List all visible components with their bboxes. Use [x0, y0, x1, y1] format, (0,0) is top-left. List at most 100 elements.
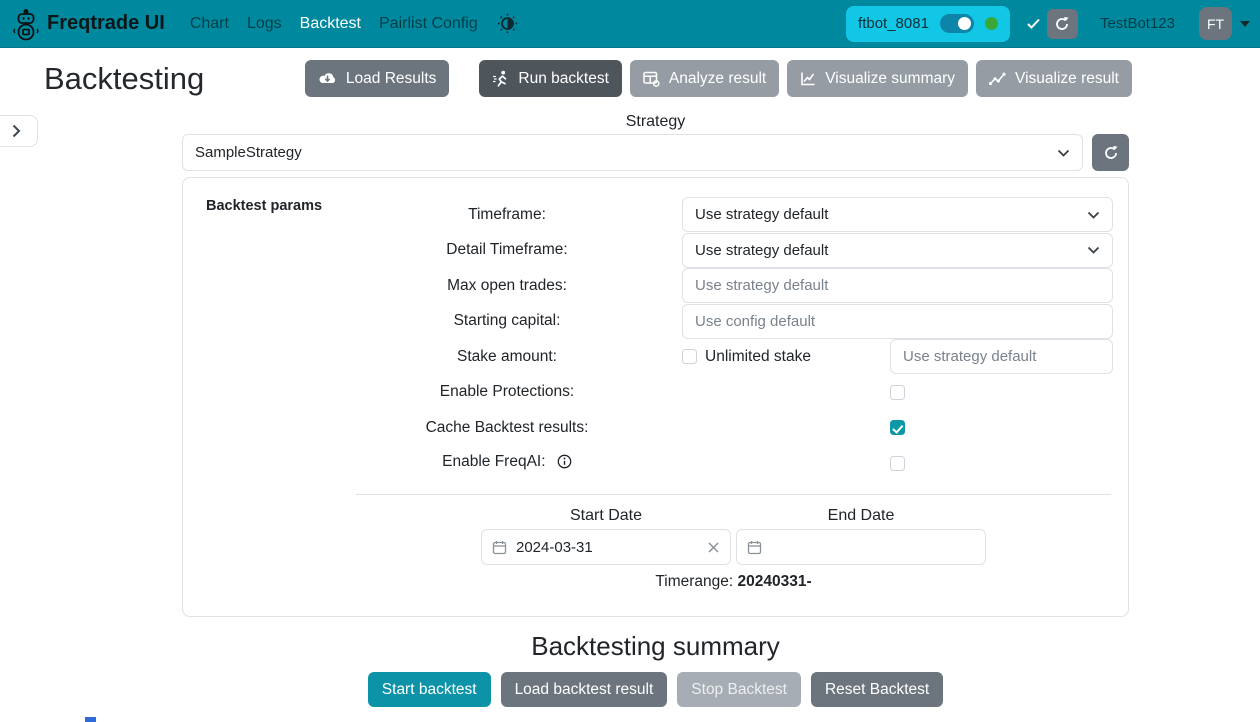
timerange-label: Timerange:: [655, 573, 737, 590]
nav-link-backtest[interactable]: Backtest: [291, 15, 370, 33]
param-row-timeframe: Timeframe: Use strategy default: [183, 197, 1128, 233]
page-title: Backtesting: [44, 61, 204, 97]
chevron-right-icon: [12, 124, 21, 138]
param-row-enable-protections: Enable Protections:: [183, 375, 1128, 411]
summary-actions: Start backtest Load backtest result Stop…: [182, 672, 1129, 707]
detail-timeframe-selected-value: Use strategy default: [695, 242, 828, 259]
visualize-result-button[interactable]: Visualize result: [976, 60, 1132, 97]
calendar-icon: [492, 540, 507, 555]
enable-freqai-label: Enable FreqAI:: [442, 453, 545, 470]
connection-check-icon: [1027, 18, 1040, 29]
bot-username: TestBot123: [1100, 15, 1175, 32]
page-header: Backtesting Load Results: [0, 48, 1260, 107]
bot-name: ftbot_8081: [858, 15, 929, 32]
starting-capital-label: Starting capital:: [343, 312, 671, 330]
strategy-row: SampleStrategy: [182, 134, 1129, 171]
chevron-down-icon: [1087, 211, 1100, 219]
start-date-value: 2024-03-31: [516, 539, 593, 556]
timeframe-select[interactable]: Use strategy default: [682, 197, 1113, 232]
bot-selector-badge[interactable]: ftbot_8081: [846, 6, 1010, 42]
theme-contrast-icon: [497, 13, 518, 34]
load-results-button[interactable]: Load Results: [305, 60, 449, 97]
max-open-trades-input[interactable]: [682, 268, 1113, 303]
bot-online-dot: [985, 17, 998, 30]
visualize-result-label: Visualize result: [1015, 70, 1119, 88]
reset-backtest-button[interactable]: Reset Backtest: [811, 672, 943, 707]
calendar-icon: [747, 540, 762, 555]
timerange-value: 20240331-: [738, 573, 812, 590]
stake-amount-input[interactable]: [890, 339, 1113, 374]
detail-timeframe-label: Detail Timeframe:: [343, 241, 671, 259]
backtest-params-card: Backtest params Timeframe: Use strategy …: [182, 177, 1129, 617]
top-navbar: Freqtrade UI Chart Logs Backtest Pairlis…: [0, 0, 1260, 48]
nav-link-logs[interactable]: Logs: [238, 15, 291, 33]
nav-link-pairlist-config[interactable]: Pairlist Config: [370, 15, 487, 33]
date-range-row: Start Date 2024-03-31: [356, 507, 1111, 565]
refresh-icon: [1054, 16, 1070, 32]
param-row-max-open-trades: Max open trades:: [183, 268, 1128, 304]
timeframe-selected-value: Use strategy default: [695, 206, 828, 223]
backtest-main: Strategy SampleStrategy Backtest params …: [182, 113, 1129, 707]
params-card-title: Backtest params: [206, 198, 322, 214]
detail-timeframe-select[interactable]: Use strategy default: [682, 233, 1113, 268]
cloud-download-icon: [318, 71, 337, 86]
visualize-summary-button[interactable]: Visualize summary: [787, 60, 968, 97]
analyze-result-label: Analyze result: [669, 70, 766, 88]
main-nav: Chart Logs Backtest Pairlist Config: [181, 15, 487, 33]
param-row-cache-results: Cache Backtest results:: [183, 410, 1128, 446]
cache-results-checkbox[interactable]: [890, 420, 905, 435]
refresh-strategies-button[interactable]: [1092, 134, 1129, 171]
strategy-select[interactable]: SampleStrategy: [182, 134, 1083, 171]
end-date-input[interactable]: [736, 529, 986, 565]
enable-protections-label: Enable Protections:: [343, 383, 671, 401]
stake-amount-label: Stake amount:: [343, 348, 671, 366]
starting-capital-input[interactable]: [682, 304, 1113, 339]
toggle-knob: [958, 17, 971, 30]
chevron-down-icon: [1240, 21, 1250, 27]
theme-toggle-button[interactable]: [495, 11, 520, 36]
section-divider: [356, 494, 1111, 495]
unlimited-stake-checkbox[interactable]: [682, 349, 697, 364]
timeframe-label: Timeframe:: [343, 206, 671, 224]
unlimited-stake-label: Unlimited stake: [705, 348, 811, 366]
analyze-result-button[interactable]: Analyze result: [630, 60, 779, 97]
max-open-trades-label: Max open trades:: [343, 277, 671, 295]
scatter-chart-icon: [989, 71, 1006, 86]
visualize-summary-label: Visualize summary: [825, 70, 955, 88]
avatar-initials: FT: [1207, 16, 1224, 32]
enable-freqai-checkbox[interactable]: [890, 456, 905, 471]
info-icon[interactable]: [557, 454, 572, 474]
expand-sidebar-button[interactable]: [0, 115, 38, 147]
bottom-blue-fragment: [85, 717, 96, 722]
param-row-detail-timeframe: Detail Timeframe: Use strategy default: [183, 233, 1128, 269]
strategy-selected-value: SampleStrategy: [195, 144, 302, 161]
run-backtest-button[interactable]: Run backtest: [479, 60, 621, 97]
bot-enable-toggle[interactable]: [940, 14, 974, 33]
user-avatar[interactable]: FT: [1199, 7, 1232, 40]
param-row-starting-capital: Starting capital:: [183, 304, 1128, 340]
strategy-label: Strategy: [182, 113, 1129, 131]
end-date-label: End Date: [736, 507, 986, 525]
stop-backtest-button[interactable]: Stop Backtest: [677, 672, 801, 707]
run-icon: [492, 70, 509, 88]
start-backtest-button[interactable]: Start backtest: [368, 672, 491, 707]
line-chart-icon: [800, 71, 816, 87]
run-backtest-label: Run backtest: [518, 70, 608, 88]
start-date-input[interactable]: 2024-03-31: [481, 529, 731, 565]
brand-link[interactable]: Freqtrade UI: [12, 7, 165, 41]
navbar-right-group: ftbot_8081 TestBot123 FT: [846, 6, 1250, 42]
clear-start-date-icon[interactable]: [707, 541, 720, 554]
enable-protections-checkbox[interactable]: [890, 385, 905, 400]
nav-link-chart[interactable]: Chart: [181, 15, 238, 33]
load-results-label: Load Results: [346, 70, 436, 88]
cache-results-label: Cache Backtest results:: [343, 419, 671, 437]
header-actions: Load Results Run backtest: [305, 60, 1132, 97]
start-date-label: Start Date: [481, 507, 731, 525]
load-backtest-result-button[interactable]: Load backtest result: [501, 672, 668, 707]
refresh-icon: [1103, 145, 1119, 161]
reload-bot-button[interactable]: [1047, 9, 1078, 39]
robot-logo-icon: [12, 7, 40, 41]
chevron-down-icon: [1087, 246, 1100, 254]
param-row-enable-freqai: Enable FreqAI:: [183, 446, 1128, 482]
table-eye-icon: [643, 71, 660, 87]
